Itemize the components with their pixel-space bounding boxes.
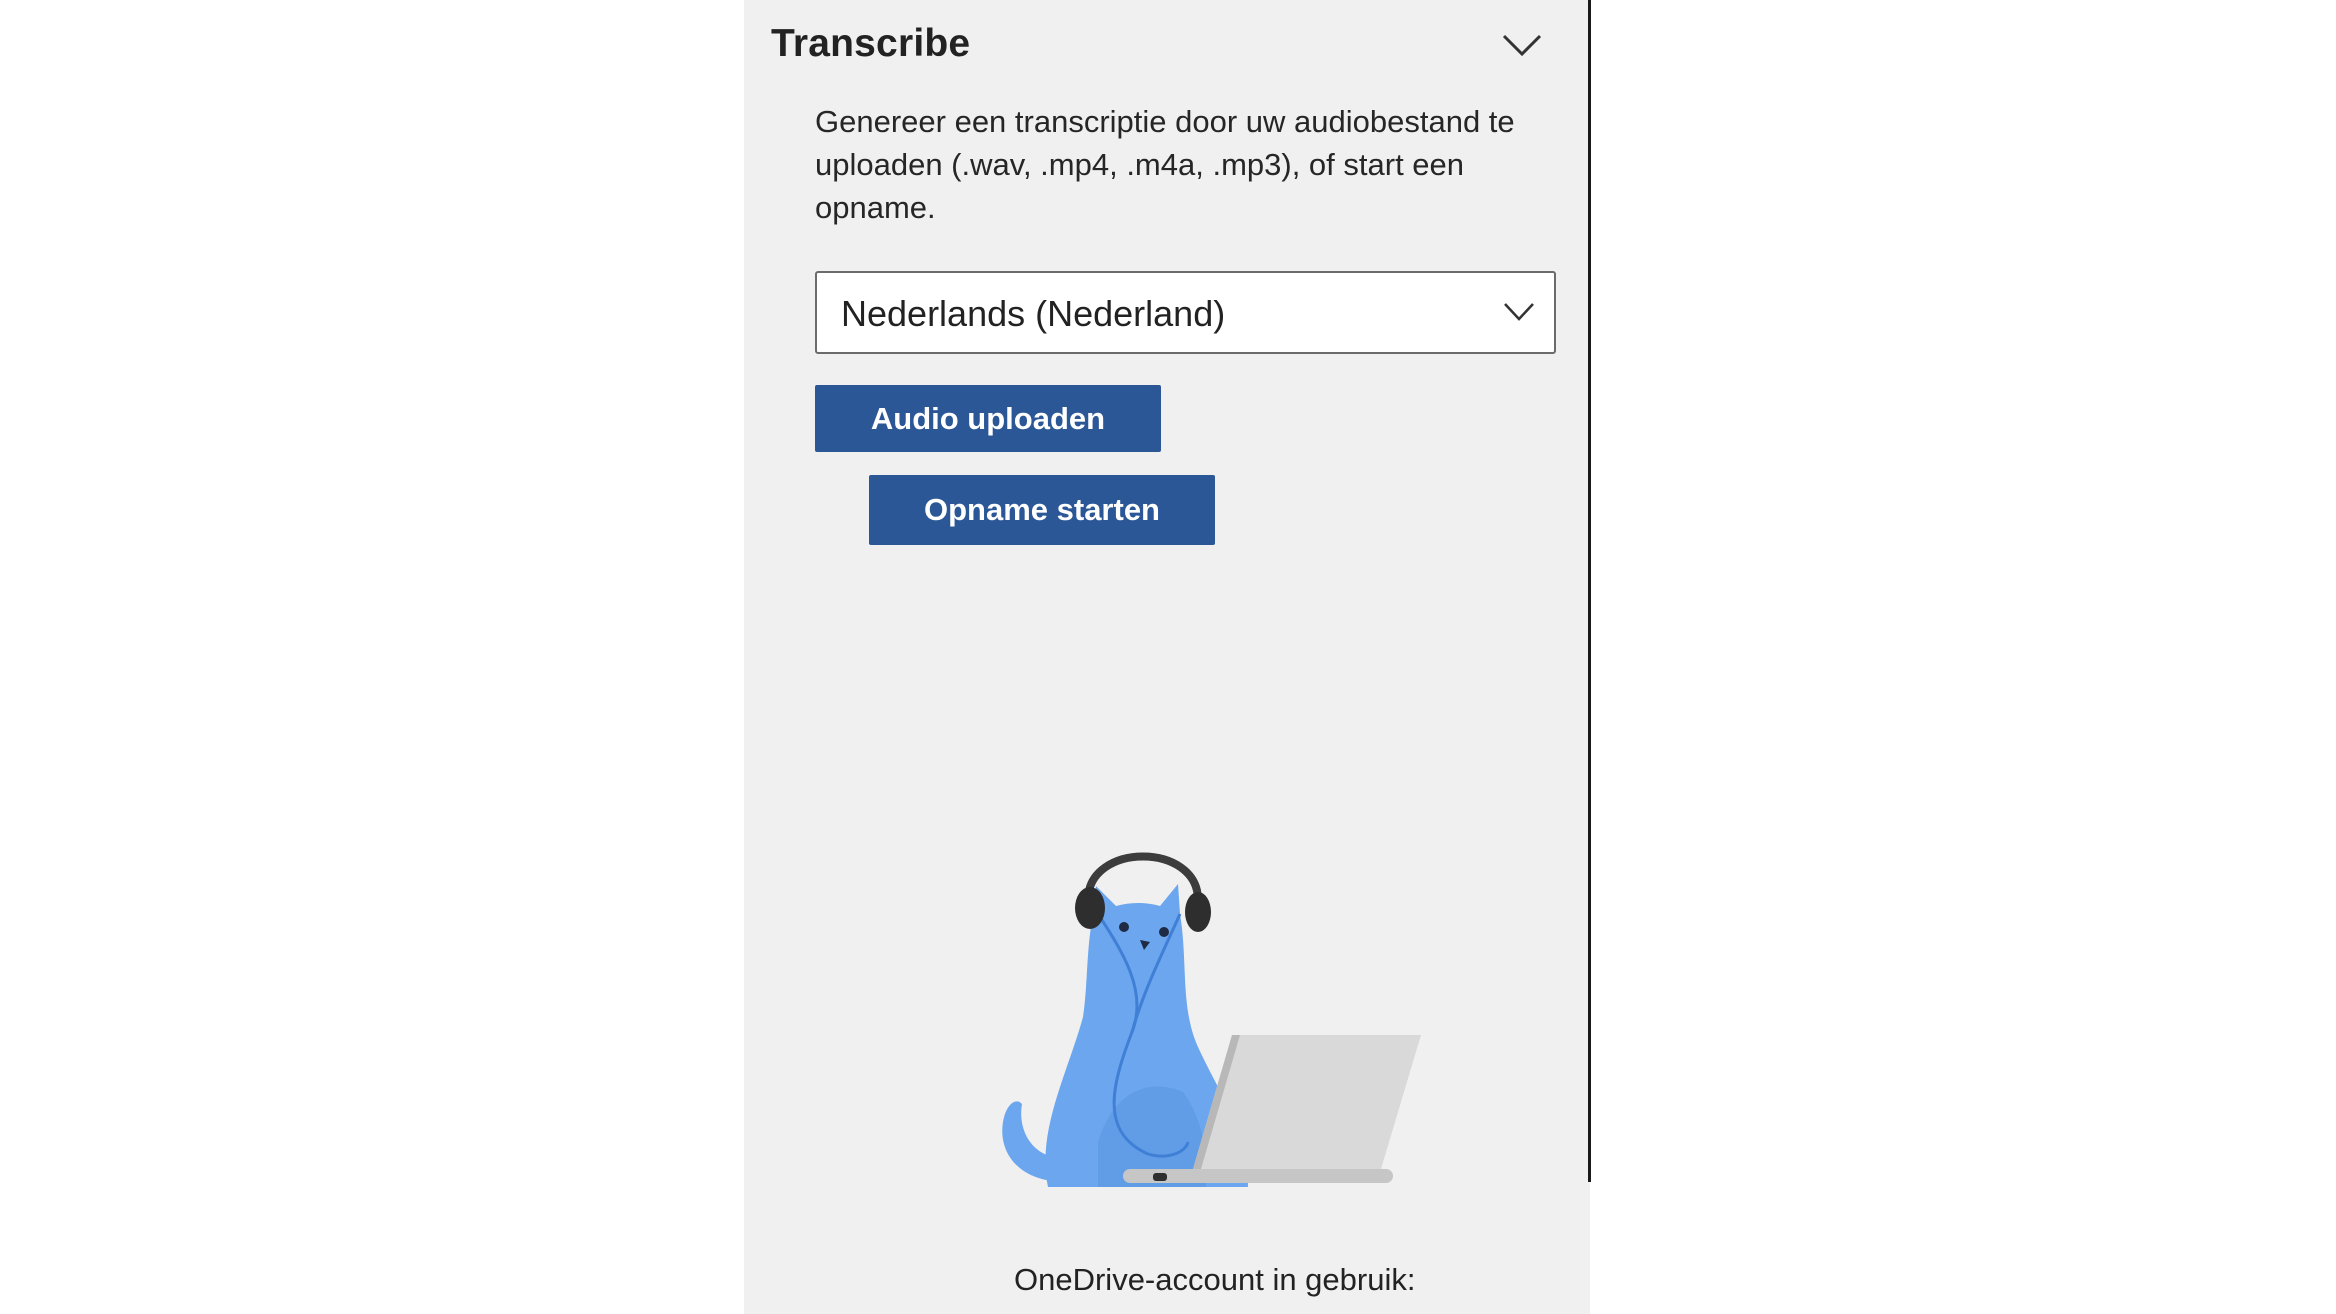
- cat-eye-left: [1119, 922, 1129, 932]
- upload-audio-button[interactable]: Audio uploaden: [815, 385, 1161, 452]
- language-selected-value: Nederlands (Nederland): [841, 293, 1226, 334]
- transcribe-panel: Transcribe Genereer een transcriptie doo…: [744, 0, 1590, 1314]
- chevron-down-icon: [1504, 303, 1534, 321]
- cat-headphones-laptop-illustration: [1002, 852, 1421, 1187]
- collapse-button[interactable]: [1500, 28, 1544, 64]
- description-text: Genereer een transcriptie door uw audiob…: [815, 104, 1515, 225]
- headphone-left-cup: [1075, 887, 1105, 929]
- headphone-right-cup: [1185, 892, 1211, 932]
- panel-title: Transcribe: [771, 22, 971, 65]
- headphone-band: [1084, 852, 1202, 901]
- earphone-plug: [1153, 1173, 1167, 1181]
- language-dropdown[interactable]: Nederlands (Nederland): [815, 271, 1556, 354]
- start-recording-button[interactable]: Opname starten: [869, 475, 1215, 545]
- chevron-down-icon: [1502, 34, 1542, 57]
- onedrive-account-label: OneDrive-account in gebruik:: [1014, 1262, 1416, 1297]
- cat-eye-right: [1159, 927, 1169, 937]
- panel-right-border: [1588, 0, 1591, 1182]
